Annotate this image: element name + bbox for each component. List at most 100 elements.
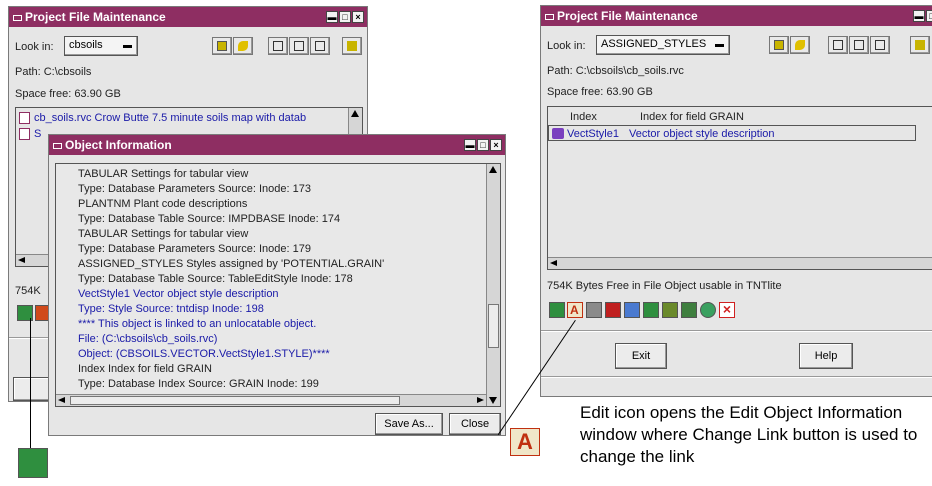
info-line: Type: Database Parameters Source: Inode:… [78, 183, 311, 195]
list-item[interactable]: Index Index for field GRAIN [548, 109, 932, 125]
style-object-icon [552, 128, 564, 139]
window-menu-icon[interactable] [545, 13, 554, 20]
info-line: VectStyle1 Vector object style descripti… [78, 288, 279, 300]
maximize-button[interactable]: □ [339, 11, 351, 23]
details-view-icon [833, 40, 843, 50]
minimize-button[interactable]: ▬ [464, 139, 476, 151]
list-item-name: Index [570, 111, 597, 123]
info-hscroll[interactable] [56, 394, 486, 406]
info-line: Type: Database Index Source: GRAIN Inode… [78, 378, 319, 390]
right-file-list[interactable]: Index Index for field GRAIN VectStyle1 V… [547, 106, 932, 270]
info-hscroll-thumb[interactable] [70, 396, 400, 405]
list-item[interactable]: cb_soils.rvc Crow Butte 7.5 minute soils… [16, 110, 362, 126]
edit-object-info-icon[interactable]: A [567, 302, 583, 318]
icon-view-button[interactable] [310, 37, 330, 55]
info-line: TABULAR Settings for tabular view [78, 168, 249, 180]
list-item-desc: Index for field GRAIN [640, 111, 744, 123]
list-item-selected[interactable]: VectStyle1 Vector object style descripti… [548, 125, 916, 141]
scroll-left-icon[interactable] [58, 397, 65, 403]
dropdown-arrow-icon [715, 44, 724, 47]
up-folder-button[interactable] [212, 37, 232, 55]
info-line: TABULAR Settings for tabular view [78, 228, 249, 240]
exit-button[interactable]: Exit [615, 343, 667, 369]
left-window-title: Project File Maintenance [25, 10, 166, 24]
window-menu-icon[interactable] [53, 142, 62, 149]
export-tool-icon[interactable] [681, 302, 697, 318]
close-button[interactable]: Close [449, 413, 501, 435]
info-vscroll-thumb[interactable] [488, 304, 499, 348]
new-folder-icon [238, 41, 248, 51]
open-exit-button[interactable] [342, 37, 362, 55]
exit-arrow-icon [347, 41, 357, 51]
icon-view-button[interactable] [870, 36, 890, 54]
info-line: File: (C:\cbsoils\cb_soils.rvc) [78, 333, 218, 345]
exit-arrow-icon [915, 40, 925, 50]
edit-callout-icon: A [510, 428, 540, 456]
list-view-icon [854, 40, 864, 50]
info-line: Type: Style Source: tntdisp Inode: 198 [78, 303, 264, 315]
info-line: Type: Database Table Source: IMPDBASE In… [78, 213, 341, 225]
left-partial-button[interactable] [13, 377, 53, 401]
object-info-titlebar[interactable]: Object Information ▬ □ × [49, 135, 505, 155]
object-info-text[interactable]: TABULAR Settings for tabular view Type: … [55, 163, 501, 407]
look-in-dropdown[interactable]: cbsoils [64, 36, 138, 56]
scroll-right-icon[interactable] [477, 397, 484, 403]
dropdown-arrow-icon [123, 45, 132, 48]
list-view-button[interactable] [289, 37, 309, 55]
help-button[interactable]: Help [799, 343, 853, 369]
save-as-button[interactable]: Save As... [375, 413, 443, 435]
list-view-icon [294, 41, 304, 51]
list-item-label: cb_soils.rvc Crow Butte 7.5 minute soils… [34, 112, 307, 124]
database-tool-icon[interactable] [549, 302, 565, 318]
close-window-button[interactable]: × [490, 139, 502, 151]
scroll-left-icon[interactable] [18, 257, 25, 263]
path-label: Path: C:\cbsoils\cb_soils.rvc [547, 65, 684, 77]
bytes-free-label: 754K [15, 285, 41, 297]
space-free-label: Space free: 63.90 GB [15, 88, 121, 100]
list-view-button[interactable] [849, 36, 869, 54]
right-window-titlebar[interactable]: Project File Maintenance ▬ □ [541, 6, 932, 26]
scroll-up-icon[interactable] [351, 110, 359, 117]
close-window-button[interactable]: × [352, 11, 364, 23]
info-line: Type: Database Parameters Source: Inode:… [78, 243, 311, 255]
caption-text: Edit icon opens the Edit Object Informat… [580, 403, 918, 466]
open-exit-button[interactable] [910, 36, 930, 54]
rename-tool-icon[interactable] [624, 302, 640, 318]
import-tool-icon[interactable] [662, 302, 678, 318]
compress-tool-icon[interactable] [643, 302, 659, 318]
minimize-button[interactable]: ▬ [326, 11, 338, 23]
move-tool-icon[interactable] [605, 302, 621, 318]
maximize-button[interactable]: □ [926, 10, 932, 22]
look-in-dropdown[interactable]: ASSIGNED_STYLES [596, 35, 730, 55]
icon-view-icon [875, 40, 885, 50]
scroll-down-icon[interactable] [489, 397, 497, 404]
info-line: PLANTNM Plant code descriptions [78, 198, 248, 210]
look-in-label: Look in: [15, 41, 54, 53]
refresh-tool-icon[interactable] [700, 302, 716, 318]
info-line: **** This object is linked to an unlocat… [78, 318, 317, 330]
new-folder-icon [795, 40, 805, 50]
new-folder-button[interactable] [790, 36, 810, 54]
minimize-button[interactable]: ▬ [913, 10, 925, 22]
folder-up-icon [774, 40, 784, 50]
new-folder-button[interactable] [233, 37, 253, 55]
info-vscroll[interactable] [486, 164, 500, 406]
info-line: Index Index for field GRAIN [78, 363, 212, 375]
right-list-hscroll[interactable] [548, 257, 932, 269]
details-view-button[interactable] [828, 36, 848, 54]
delete-tool-icon[interactable]: × [719, 302, 735, 318]
scroll-left-icon[interactable] [550, 260, 557, 266]
scroll-up-icon[interactable] [489, 166, 497, 173]
database-callout-icon [18, 448, 48, 478]
details-view-icon [273, 41, 283, 51]
list-item-desc: Vector object style description [629, 128, 775, 140]
copy-tool-icon[interactable] [586, 302, 602, 318]
details-view-button[interactable] [268, 37, 288, 55]
window-menu-icon[interactable] [13, 14, 22, 21]
up-folder-button[interactable] [769, 36, 789, 54]
left-window-titlebar[interactable]: Project File Maintenance ▬ □ × [9, 7, 367, 27]
folder-up-icon [217, 41, 227, 51]
look-in-value: ASSIGNED_STYLES [601, 38, 707, 50]
maximize-button[interactable]: □ [477, 139, 489, 151]
icon-view-icon [315, 41, 325, 51]
